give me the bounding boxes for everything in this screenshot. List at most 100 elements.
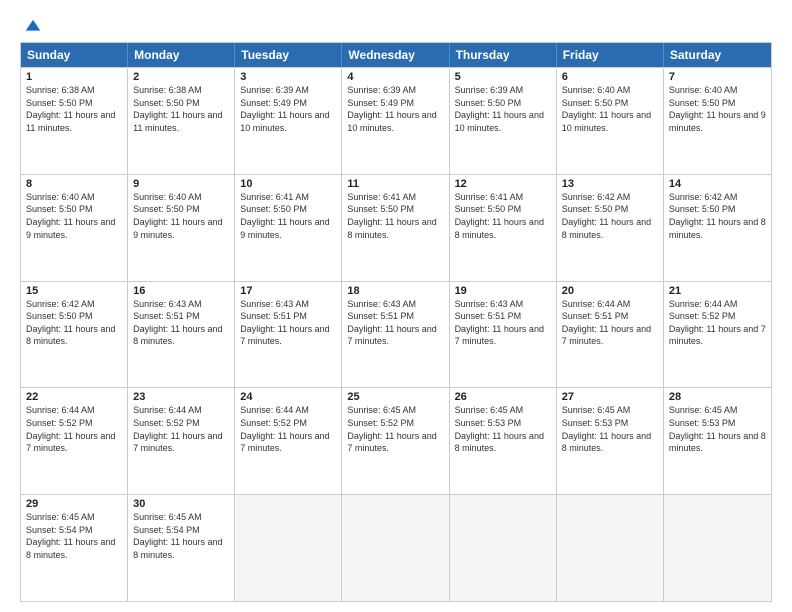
calendar-cell: 2Sunrise: 6:38 AMSunset: 5:50 PMDaylight…	[128, 68, 235, 174]
calendar-cell: 24Sunrise: 6:44 AMSunset: 5:52 PMDayligh…	[235, 388, 342, 494]
day-info: Daylight: 11 hours and 7 minutes.	[562, 323, 658, 348]
day-number: 16	[133, 285, 229, 297]
day-info: Sunrise: 6:38 AM	[26, 84, 122, 97]
day-info: Sunrise: 6:41 AM	[455, 191, 551, 204]
day-info: Sunset: 5:50 PM	[133, 97, 229, 110]
day-info: Sunset: 5:52 PM	[26, 417, 122, 430]
day-header: Wednesday	[342, 43, 449, 67]
day-info: Daylight: 11 hours and 8 minutes.	[669, 430, 766, 455]
day-info: Sunset: 5:50 PM	[669, 97, 766, 110]
day-info: Sunset: 5:52 PM	[347, 417, 443, 430]
day-number: 30	[133, 498, 229, 510]
day-info: Sunset: 5:49 PM	[240, 97, 336, 110]
day-number: 23	[133, 391, 229, 403]
day-info: Sunrise: 6:40 AM	[669, 84, 766, 97]
day-number: 2	[133, 71, 229, 83]
day-info: Sunrise: 6:43 AM	[133, 298, 229, 311]
day-number: 12	[455, 178, 551, 190]
day-info: Sunrise: 6:43 AM	[240, 298, 336, 311]
day-info: Daylight: 11 hours and 8 minutes.	[26, 536, 122, 561]
day-info: Sunrise: 6:44 AM	[26, 404, 122, 417]
calendar-cell: 10Sunrise: 6:41 AMSunset: 5:50 PMDayligh…	[235, 175, 342, 281]
calendar-cell: 27Sunrise: 6:45 AMSunset: 5:53 PMDayligh…	[557, 388, 664, 494]
day-info: Sunset: 5:52 PM	[133, 417, 229, 430]
day-info: Daylight: 11 hours and 7 minutes.	[347, 430, 443, 455]
calendar-cell: 4Sunrise: 6:39 AMSunset: 5:49 PMDaylight…	[342, 68, 449, 174]
calendar-cell: 29Sunrise: 6:45 AMSunset: 5:54 PMDayligh…	[21, 495, 128, 601]
day-info: Sunset: 5:50 PM	[562, 97, 658, 110]
day-number: 20	[562, 285, 658, 297]
day-info: Sunrise: 6:39 AM	[240, 84, 336, 97]
day-header: Tuesday	[235, 43, 342, 67]
calendar-cell: 16Sunrise: 6:43 AMSunset: 5:51 PMDayligh…	[128, 282, 235, 388]
day-info: Daylight: 11 hours and 9 minutes.	[26, 216, 122, 241]
day-number: 28	[669, 391, 766, 403]
calendar-cell	[664, 495, 771, 601]
day-info: Daylight: 11 hours and 7 minutes.	[347, 323, 443, 348]
day-info: Sunrise: 6:40 AM	[133, 191, 229, 204]
day-info: Daylight: 11 hours and 7 minutes.	[240, 323, 336, 348]
day-info: Sunset: 5:50 PM	[240, 203, 336, 216]
calendar-cell: 23Sunrise: 6:44 AMSunset: 5:52 PMDayligh…	[128, 388, 235, 494]
day-info: Sunset: 5:52 PM	[669, 310, 766, 323]
day-info: Sunrise: 6:45 AM	[669, 404, 766, 417]
day-number: 1	[26, 71, 122, 83]
day-info: Daylight: 11 hours and 11 minutes.	[26, 109, 122, 134]
day-number: 14	[669, 178, 766, 190]
day-number: 19	[455, 285, 551, 297]
day-number: 27	[562, 391, 658, 403]
day-number: 24	[240, 391, 336, 403]
day-info: Sunrise: 6:41 AM	[347, 191, 443, 204]
day-number: 22	[26, 391, 122, 403]
day-info: Sunrise: 6:45 AM	[455, 404, 551, 417]
day-header: Thursday	[450, 43, 557, 67]
day-info: Daylight: 11 hours and 8 minutes.	[455, 216, 551, 241]
day-header: Friday	[557, 43, 664, 67]
day-info: Daylight: 11 hours and 11 minutes.	[133, 109, 229, 134]
day-number: 13	[562, 178, 658, 190]
day-info: Sunrise: 6:42 AM	[562, 191, 658, 204]
day-info: Sunrise: 6:41 AM	[240, 191, 336, 204]
calendar-cell	[342, 495, 449, 601]
day-info: Sunrise: 6:45 AM	[133, 511, 229, 524]
day-info: Sunset: 5:51 PM	[240, 310, 336, 323]
day-number: 15	[26, 285, 122, 297]
header	[20, 18, 772, 32]
calendar-cell: 25Sunrise: 6:45 AMSunset: 5:52 PMDayligh…	[342, 388, 449, 494]
day-info: Sunrise: 6:42 AM	[669, 191, 766, 204]
day-info: Sunrise: 6:45 AM	[562, 404, 658, 417]
day-info: Sunset: 5:53 PM	[669, 417, 766, 430]
day-info: Daylight: 11 hours and 8 minutes.	[455, 430, 551, 455]
calendar-row: 8Sunrise: 6:40 AMSunset: 5:50 PMDaylight…	[21, 174, 771, 281]
day-number: 17	[240, 285, 336, 297]
calendar-header: SundayMondayTuesdayWednesdayThursdayFrid…	[21, 43, 771, 67]
day-info: Sunrise: 6:40 AM	[562, 84, 658, 97]
day-number: 18	[347, 285, 443, 297]
calendar-row: 22Sunrise: 6:44 AMSunset: 5:52 PMDayligh…	[21, 387, 771, 494]
day-info: Sunset: 5:53 PM	[455, 417, 551, 430]
day-info: Sunrise: 6:44 AM	[669, 298, 766, 311]
day-number: 5	[455, 71, 551, 83]
day-info: Sunrise: 6:44 AM	[240, 404, 336, 417]
calendar-cell: 6Sunrise: 6:40 AMSunset: 5:50 PMDaylight…	[557, 68, 664, 174]
day-info: Sunset: 5:54 PM	[133, 524, 229, 537]
calendar-cell: 20Sunrise: 6:44 AMSunset: 5:51 PMDayligh…	[557, 282, 664, 388]
day-info: Daylight: 11 hours and 7 minutes.	[455, 323, 551, 348]
day-info: Daylight: 11 hours and 9 minutes.	[133, 216, 229, 241]
day-info: Sunset: 5:54 PM	[26, 524, 122, 537]
day-number: 7	[669, 71, 766, 83]
calendar-cell: 9Sunrise: 6:40 AMSunset: 5:50 PMDaylight…	[128, 175, 235, 281]
calendar-cell: 14Sunrise: 6:42 AMSunset: 5:50 PMDayligh…	[664, 175, 771, 281]
calendar-cell	[235, 495, 342, 601]
day-header: Monday	[128, 43, 235, 67]
day-info: Sunset: 5:50 PM	[669, 203, 766, 216]
day-number: 21	[669, 285, 766, 297]
day-info: Sunset: 5:53 PM	[562, 417, 658, 430]
day-info: Daylight: 11 hours and 9 minutes.	[240, 216, 336, 241]
day-info: Sunset: 5:52 PM	[240, 417, 336, 430]
day-number: 29	[26, 498, 122, 510]
calendar-cell: 19Sunrise: 6:43 AMSunset: 5:51 PMDayligh…	[450, 282, 557, 388]
day-info: Sunset: 5:50 PM	[26, 97, 122, 110]
day-info: Sunset: 5:50 PM	[133, 203, 229, 216]
day-number: 11	[347, 178, 443, 190]
